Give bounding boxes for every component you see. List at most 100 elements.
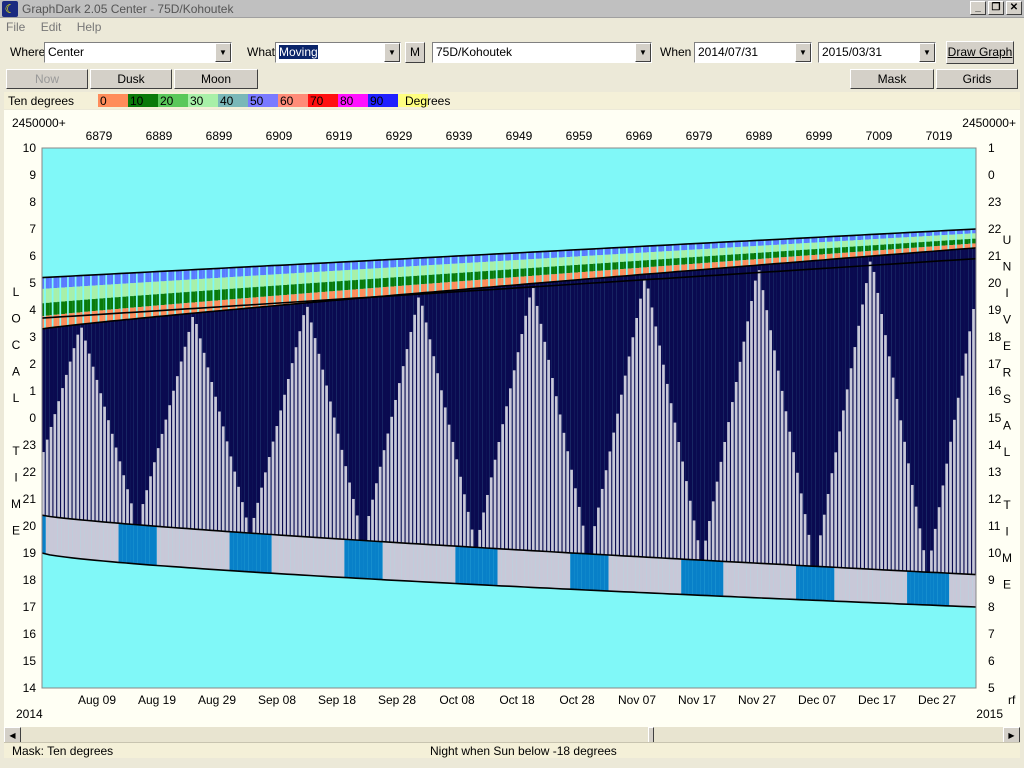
altitude-band-cell: [275, 274, 280, 286]
altitude-band-cell: [210, 290, 213, 301]
now-button[interactable]: Now: [6, 69, 88, 89]
altitude-band-cell: [574, 249, 578, 257]
altitude-band-cell: [895, 243, 900, 249]
moonlit-cell: [750, 301, 753, 563]
altitude-band-cell: [933, 241, 938, 247]
end-date-select[interactable]: 2015/03/31 ▼: [818, 42, 936, 63]
where-select[interactable]: Center ▼: [44, 42, 232, 63]
altitude-band-cell: [807, 242, 810, 250]
moonlit-cell: [53, 414, 57, 517]
moonlit-cell: [241, 502, 244, 533]
moonlit-cell: [646, 288, 650, 558]
altitude-band-cell: [283, 285, 287, 295]
dusk-button[interactable]: Dusk: [90, 69, 172, 89]
menu-edit[interactable]: Edit: [35, 18, 68, 34]
twilight-cell: [696, 559, 701, 596]
what-select[interactable]: Moving ▼: [275, 42, 401, 63]
altitude-band-cell: [738, 254, 741, 261]
altitude-band-cell: [799, 243, 803, 250]
altitude-band-cell: [290, 284, 295, 295]
twilight-cell: [233, 531, 238, 571]
altitude-band-cell: [221, 277, 226, 290]
twilight-cell: [390, 542, 395, 581]
altitude-band-cell: [746, 246, 749, 254]
twilight-cell: [930, 572, 934, 606]
twilight-cell: [486, 547, 490, 586]
app-icon[interactable]: ☾: [2, 1, 18, 17]
altitude-band-cell: [122, 296, 127, 309]
visibility-graph[interactable]: 2450000+ 2450000+6879 6889 6899 6909 6919 6929…: [4, 110, 1020, 727]
twilight-cell: [252, 533, 257, 573]
restore-button[interactable]: ❐: [988, 1, 1004, 15]
altitude-band-cell: [191, 291, 196, 303]
altitude-band-cell: [489, 270, 494, 279]
moonlit-cell: [321, 369, 325, 538]
altitude-band-cell: [298, 272, 303, 284]
grids-button[interactable]: Grids: [936, 69, 1018, 89]
moon-button[interactable]: Moon: [174, 69, 258, 89]
altitude-band-cell: [233, 276, 236, 289]
altitude-band-cell: [229, 277, 234, 289]
altitude-band-cell: [340, 262, 343, 271]
minimize-button[interactable]: _: [970, 1, 986, 15]
m-button[interactable]: M: [405, 42, 425, 63]
twilight-cell: [627, 556, 632, 592]
altitude-band-cell: [179, 292, 182, 304]
start-date-select[interactable]: 2014/07/31 ▼: [694, 42, 812, 63]
twilight-cell: [501, 548, 506, 586]
altitude-band-cell: [244, 276, 249, 288]
moonlit-cell: [68, 361, 72, 519]
chevron-down-icon[interactable]: ▼: [795, 43, 811, 62]
moonlit-cell: [225, 441, 229, 532]
altitude-band-cell: [941, 240, 946, 246]
altitude-band-cell: [753, 259, 757, 266]
chevron-down-icon[interactable]: ▼: [635, 43, 651, 62]
twilight-cell: [210, 530, 215, 570]
twilight-cell: [371, 540, 376, 580]
twilight-cell: [673, 558, 678, 595]
altitude-band-cell: [275, 295, 280, 306]
altitude-band-cell: [470, 255, 473, 263]
close-button[interactable]: ✕: [1006, 1, 1022, 15]
altitude-band-cell: [118, 296, 121, 309]
moonlit-cell: [187, 331, 191, 529]
mask-button[interactable]: Mask: [850, 69, 934, 89]
altitude-band-cell: [612, 247, 617, 255]
altitude-band-cell: [685, 244, 688, 251]
altitude-band-cell: [405, 258, 410, 267]
moonlit-cell: [229, 456, 233, 532]
altitude-band-cell: [420, 284, 425, 293]
draw-graph-button[interactable]: Draw Graph: [946, 41, 1014, 64]
menu-file[interactable]: File: [0, 18, 31, 34]
altitude-band-cell: [868, 239, 871, 246]
twilight-cell: [623, 555, 628, 592]
altitude-band-cell: [325, 282, 328, 292]
moonlit-cell: [509, 388, 512, 550]
chevron-down-icon[interactable]: ▼: [215, 43, 231, 62]
legend-suffix: Degrees: [405, 94, 450, 108]
twilight-cell: [428, 544, 433, 583]
menu-help[interactable]: Help: [71, 18, 108, 34]
object-select[interactable]: 75D/Kohoutek ▼: [432, 42, 652, 63]
twilight-cell: [753, 563, 758, 598]
altitude-band-cell: [409, 266, 412, 277]
altitude-band-cell: [512, 269, 517, 278]
moonlit-cell: [428, 339, 432, 545]
altitude-band-cell: [363, 279, 366, 289]
altitude-band-cell: [302, 272, 305, 284]
moonlit-cell: [620, 394, 623, 556]
altitude-band-cell: [271, 295, 274, 306]
moonlit-cell: [221, 426, 225, 532]
chevron-down-icon[interactable]: ▼: [384, 43, 400, 62]
altitude-band-cell: [126, 308, 129, 320]
altitude-band-cell: [482, 254, 487, 262]
chevron-down-icon[interactable]: ▼: [919, 43, 935, 62]
altitude-band-cell: [424, 265, 427, 276]
altitude-band-cell: [451, 273, 456, 282]
altitude-band-cell: [359, 279, 364, 289]
altitude-band-cell: [183, 270, 188, 280]
moonlit-cell: [910, 484, 914, 572]
altitude-band-cell: [543, 251, 548, 259]
twilight-cell: [864, 568, 869, 603]
twilight-cell: [221, 531, 226, 571]
